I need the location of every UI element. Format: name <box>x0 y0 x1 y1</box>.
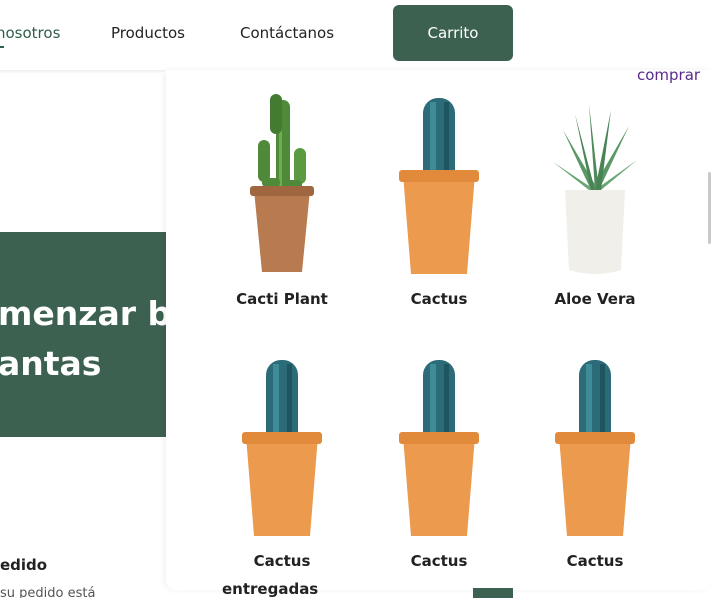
hero-heading-line2: antas <box>0 344 102 383</box>
scrollbar[interactable] <box>708 172 711 244</box>
product-card[interactable]: Cactus <box>525 352 665 592</box>
bottom-accent-block <box>473 588 513 598</box>
cactus-blue-icon <box>399 360 479 536</box>
product-name: Cactus <box>410 552 468 570</box>
product-name: Cactus <box>566 552 624 570</box>
nav-link-contactanos[interactable]: Contáctanos <box>240 24 334 42</box>
cactus-blue-icon <box>242 360 322 536</box>
product-name: Cacti Plant <box>236 290 328 308</box>
product-card[interactable]: Cacti Plant <box>212 90 352 330</box>
product-name: Cactus <box>410 290 468 308</box>
buy-link[interactable]: comprar <box>637 66 700 84</box>
product-card[interactable]: Cactus <box>369 90 509 330</box>
product-card[interactable]: Aloe Vera <box>525 90 665 330</box>
aloe-icon <box>553 104 637 274</box>
product-name: Cactus <box>253 552 311 570</box>
step-title: edido <box>0 556 48 574</box>
top-nav: nosotros Productos Contáctanos Carrito <box>0 0 712 70</box>
cart-button[interactable]: Carrito <box>393 5 513 61</box>
hero-heading-line1: menzar bie <box>0 294 166 333</box>
nav-link-nosotros[interactable]: nosotros <box>0 24 60 42</box>
step-description: su pedido está <box>0 586 96 598</box>
cactus-blue-icon <box>399 98 479 274</box>
nav-shadow <box>0 70 166 74</box>
cactus-blue-icon <box>555 360 635 536</box>
cactus-branching-icon <box>250 94 314 272</box>
hero-banner: menzar bie antas <box>0 232 166 437</box>
nav-active-indicator <box>0 46 4 48</box>
product-name: Aloe Vera <box>554 290 636 308</box>
bottom-section-title: entregadas <box>222 580 319 598</box>
nav-link-productos[interactable]: Productos <box>111 24 185 42</box>
product-card[interactable]: Cactus <box>212 352 352 592</box>
product-card[interactable]: Cactus <box>369 352 509 592</box>
